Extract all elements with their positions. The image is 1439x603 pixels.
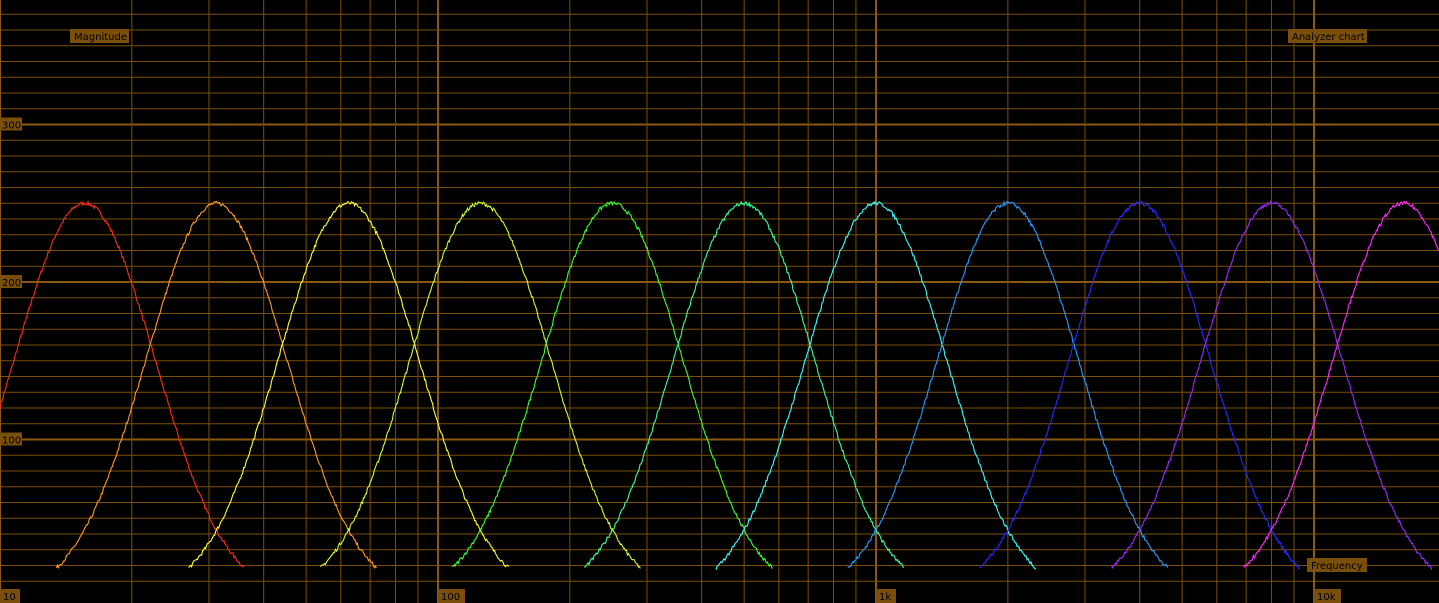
svg-text:1k: 1k (879, 592, 891, 603)
y-tick-label: 300 (0, 117, 22, 132)
y-tick-label: 100 (0, 432, 22, 447)
band-curve (0, 199, 245, 568)
band-curve (1243, 200, 1439, 568)
ylabel-text: Magnitude (74, 32, 127, 43)
svg-text:300: 300 (2, 121, 21, 132)
analyzer-chart: Magnitude Analyzer chart Frequency 100 20… (0, 0, 1439, 603)
y-tick-label: 200 (0, 275, 22, 289)
series-curves (0, 199, 1439, 570)
chart-title: Analyzer chart (1288, 29, 1367, 43)
xlabel-text: Frequency (1311, 561, 1363, 572)
band-curve (452, 200, 773, 569)
grid (0, 0, 1439, 603)
chart-title-text: Analyzer chart (1292, 32, 1365, 43)
svg-text:200: 200 (2, 278, 21, 289)
xlabel: Frequency (1307, 558, 1367, 572)
x-tick-label: 1k (876, 589, 896, 603)
x-tick-label: 10 (0, 589, 20, 603)
x-tick-label: 10k (1314, 589, 1341, 603)
x-tick-label: 100 (438, 589, 465, 603)
svg-text:10k: 10k (1317, 592, 1336, 603)
band-curve (188, 200, 510, 568)
svg-text:10: 10 (3, 592, 16, 603)
svg-text:100: 100 (441, 592, 460, 603)
band-curve (319, 200, 641, 569)
ylabel: Magnitude (70, 29, 129, 43)
svg-text:100: 100 (2, 436, 21, 447)
band-curve (55, 200, 377, 570)
axis-labels: Magnitude Analyzer chart Frequency 100 20… (0, 29, 1367, 603)
